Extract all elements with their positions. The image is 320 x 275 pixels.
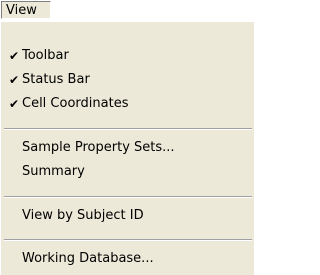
view-menu[interactable]: View: [1, 1, 51, 19]
menu-item-view-by-subject-id[interactable]: View by Subject ID: [1, 206, 251, 226]
menu-item-working-database-label: Working Database...: [22, 251, 154, 266]
menu-item-toolbar[interactable]: ✔ Toolbar: [1, 46, 251, 66]
menu-item-toolbar-label: Toolbar: [22, 48, 69, 63]
menu-separator: [4, 239, 252, 241]
menu-separator: [4, 128, 252, 130]
checkmark-icon: ✔: [8, 73, 20, 87]
view-dropdown-menu: ✔ Toolbar ✔ Status Bar ✔ Cell Coordinate…: [0, 22, 254, 275]
menu-item-status-bar[interactable]: ✔ Status Bar: [1, 70, 251, 90]
menu-item-cell-coordinates[interactable]: ✔ Cell Coordinates: [1, 94, 251, 114]
menu-separator: [4, 196, 252, 198]
menu-item-working-database[interactable]: Working Database...: [1, 249, 251, 269]
menu-item-sample-property-sets[interactable]: Sample Property Sets...: [1, 138, 251, 158]
menu-item-cell-coordinates-label: Cell Coordinates: [22, 96, 129, 111]
menu-item-summary[interactable]: Summary: [1, 162, 251, 182]
checkmark-icon: ✔: [8, 97, 20, 111]
menu-bar: View: [0, 0, 255, 22]
checkmark-icon: ✔: [8, 49, 20, 63]
view-menu-label: View: [6, 3, 37, 18]
menu-item-view-by-subject-id-label: View by Subject ID: [22, 208, 144, 223]
menu-item-status-bar-label: Status Bar: [22, 72, 90, 87]
menu-item-sample-property-sets-label: Sample Property Sets...: [22, 140, 175, 155]
menu-item-summary-label: Summary: [22, 164, 85, 179]
